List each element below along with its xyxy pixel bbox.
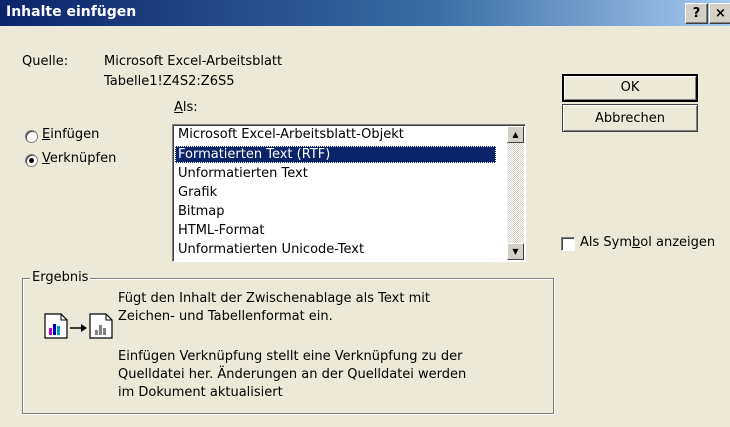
source-range: Tabelle1!Z4S2:Z6S5 [104, 74, 235, 89]
title-bar[interactable]: Inhalte einfügen ? × [0, 0, 730, 26]
list-item[interactable]: Bitmap [175, 203, 225, 220]
scroll-up-button[interactable]: ▲ [507, 126, 524, 143]
list-scrollbar[interactable]: ▲ ▼ [507, 126, 524, 260]
help-button[interactable]: ? [685, 3, 708, 24]
list-item[interactable]: HTML-Format [175, 222, 264, 239]
close-button[interactable]: × [709, 3, 730, 24]
as-label: Als: [174, 100, 198, 115]
paste-link-result-icon [44, 313, 113, 339]
as-label-rest: ls: [182, 100, 198, 115]
ok-button[interactable]: OK [562, 74, 698, 102]
format-listbox[interactable]: Microsoft Excel-Arbeitsblatt-Objekt Form… [172, 124, 526, 262]
link-radio-dot [29, 158, 34, 163]
source-chart-doc-icon [44, 313, 68, 339]
result-group-label: Ergebnis [30, 270, 91, 285]
target-doc-icon [89, 313, 113, 339]
list-item[interactable]: Unformatierten Unicode-Text [175, 241, 364, 258]
list-item-selected[interactable]: Formatierten Text (RTF) [175, 146, 496, 163]
display-as-icon-post: ol anzeigen [640, 235, 716, 250]
paste-radio-label[interactable]: Einfügen [42, 127, 99, 142]
list-item[interactable]: Microsoft Excel-Arbeitsblatt-Objekt [175, 126, 404, 143]
link-radio[interactable] [25, 154, 38, 167]
display-as-icon-checkbox[interactable] [561, 237, 575, 251]
paste-label-rest: infügen [50, 127, 100, 142]
list-item[interactable]: Unformatierten Text [175, 165, 308, 182]
scroll-down-button[interactable]: ▼ [507, 243, 524, 260]
as-label-mnemonic: A [174, 100, 183, 115]
display-as-icon-pre: Als Sym [580, 235, 633, 250]
paste-radio[interactable] [25, 130, 38, 143]
result-text-2: Zeichen- und Tabellenformat ein. [118, 309, 333, 324]
cancel-button[interactable]: Abbrechen [562, 104, 698, 132]
result-text-5: im Dokument aktualisiert [118, 385, 283, 400]
paste-mnemonic: E [42, 127, 51, 142]
list-item[interactable]: Grafik [175, 184, 217, 201]
result-text-1: Fügt den Inhalt der Zwischenablage als T… [118, 291, 430, 306]
result-text-3: Einfügen Verknüpfung stellt eine Verknüp… [118, 349, 463, 364]
result-text-4: Quelldatei her. Änderungen an der Quelld… [118, 367, 467, 382]
source-label: Quelle: [22, 54, 69, 69]
source-app: Microsoft Excel-Arbeitsblatt [104, 54, 283, 69]
arrow-icon [70, 324, 87, 332]
link-radio-label[interactable]: Verknüpfen [42, 151, 116, 166]
link-label-rest: erknüpfen [49, 151, 117, 166]
link-mnemonic: V [42, 151, 50, 166]
dialog-title: Inhalte einfügen [6, 4, 137, 20]
display-as-icon-label[interactable]: Als Symbol anzeigen [580, 235, 715, 250]
